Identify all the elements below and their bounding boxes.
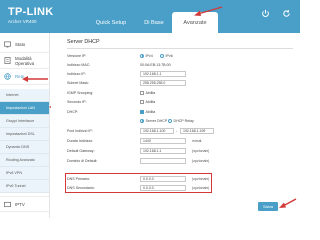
radio-ipv6-dot <box>160 53 164 58</box>
sidebar-sub-ipv6-vpn[interactable]: IPv6 VPN <box>0 167 49 180</box>
radio-dhcp-relay-label: DHCP Relay <box>173 118 194 123</box>
mask-label: Subnet Mask: <box>67 80 89 85</box>
sidebar: Stato Modalità Operativa Rete Internet I… <box>0 33 50 218</box>
gateway-optional: (opzionale) <box>192 148 210 153</box>
radio-ipv6-label: IPv6 <box>165 53 173 58</box>
dns-secondary-input[interactable]: 0.0.0.0 <box>140 184 186 191</box>
subnet-mask-input[interactable]: 255.255.255.0 <box>140 79 186 86</box>
save-button[interactable]: Salva <box>258 202 278 211</box>
dns-primary-label: DNS Primario: <box>67 176 90 181</box>
annotation-arrow-network <box>22 76 48 82</box>
router-admin-page: TP-LINK Archer VR400 Quick Setup Di Base… <box>0 0 300 218</box>
sidebar-item-label: IPTV <box>15 201 25 207</box>
sidebar-item-label: Modalità Operativa <box>15 55 35 66</box>
section-title: Server DHCP <box>67 39 100 45</box>
sidebar-item-iptv[interactable]: IPTV <box>0 196 49 212</box>
lease-unit: minuti. <box>192 138 203 143</box>
annotation-arrow-tab <box>194 6 223 16</box>
annotation-arrow-save <box>279 198 297 208</box>
domain-input[interactable] <box>140 157 186 164</box>
radio-ipv4[interactable]: IPv4 <box>140 53 153 58</box>
pool-end-input[interactable]: 192.168.1.199 <box>180 127 214 134</box>
mode-icon <box>4 57 11 64</box>
dns-primary-input[interactable]: 0.0.0.0 <box>140 175 186 182</box>
dhcp-label: DHCP: <box>67 109 79 114</box>
pool-start-input[interactable]: 192.168.1.100 <box>140 127 174 134</box>
radio-dhcp-server[interactable]: Server DHCP <box>140 118 168 123</box>
igmp-label: IGMP Snooping: <box>67 90 94 95</box>
tab-quick-setup[interactable]: Quick Setup <box>86 12 136 33</box>
brand-logo: TP-LINK Archer VR400 <box>8 6 54 25</box>
dns-secondary-optional: (opzionale) <box>192 185 210 190</box>
tv-icon <box>4 201 11 208</box>
second-ip-checkbox-box <box>140 99 144 104</box>
sidebar-item-operation-mode[interactable]: Modalità Operativa <box>0 53 49 69</box>
sidebar-sub-ipv6-tunnel[interactable]: IPv6 Tunnel <box>0 180 49 193</box>
radio-ipv6[interactable]: IPv6 <box>160 53 173 58</box>
dhcp-checkbox-label: Abilita <box>145 109 156 114</box>
sidebar-item-status[interactable]: Stato <box>0 37 49 53</box>
status-icon <box>4 41 11 48</box>
igmp-checkbox-label: Abilita <box>145 90 156 95</box>
second-ip-checkbox-label: Abilita <box>145 99 156 104</box>
top-header: TP-LINK Archer VR400 Quick Setup Di Base… <box>0 0 300 33</box>
model-name: Archer VR400 <box>8 19 37 24</box>
lease-label: Durata Indirizzo: <box>67 138 94 143</box>
header-icons <box>260 9 292 21</box>
logout-icon[interactable] <box>260 9 271 21</box>
radio-ipv4-dot <box>140 53 144 58</box>
sidebar-sub-advanced-routing[interactable]: Routing Avanzato <box>0 154 49 167</box>
second-ip-checkbox[interactable]: Abilita <box>140 99 156 104</box>
dhcp-checkbox[interactable]: Abilita <box>140 109 156 114</box>
lease-input[interactable]: 1440 <box>140 137 186 144</box>
pool-label: Pool Indirizzi IP: <box>67 128 93 133</box>
logo-text: TP-LINK <box>8 6 54 18</box>
radio-ipv4-label: IPv4 <box>145 53 153 58</box>
igmp-checkbox[interactable]: Abilita <box>140 90 156 95</box>
sidebar-sub-dsl-settings[interactable]: Impostazioni DSL <box>0 128 49 141</box>
pool-separator: - <box>176 128 178 133</box>
radio-dhcp-server-label: Server DHCP <box>145 118 168 123</box>
gateway-input[interactable]: 192.168.1.1 <box>140 147 186 154</box>
ip-label: Indirizzo IP: <box>67 71 86 76</box>
ip-address-input[interactable]: 192.168.1.1 <box>140 70 186 77</box>
radio-dhcp-server-dot <box>140 118 144 123</box>
igmp-checkbox-box <box>140 90 144 95</box>
mac-value: 00:0A:EB:13:7B:00 <box>140 62 171 67</box>
mac-label: Indirizzo MAC: <box>67 62 91 67</box>
globe-icon <box>4 73 11 80</box>
sidebar-item-label: Stato <box>15 42 26 47</box>
second-ip-label: Secondo IP: <box>67 99 87 104</box>
domain-optional: (opzionale) <box>192 158 210 163</box>
gateway-label: Default Gateway: <box>67 148 95 153</box>
domain-label: Dominio di Default: <box>67 158 98 163</box>
radio-dhcp-relay-dot <box>168 118 172 123</box>
radio-dhcp-relay[interactable]: DHCP Relay <box>168 118 194 123</box>
sidebar-sub-interface-groups[interactable]: Gruppi Interfacce <box>0 115 49 128</box>
dns-primary-optional: (opzionale) <box>192 176 210 181</box>
section-divider <box>67 48 293 49</box>
ip-version-label: Versione IP: <box>67 53 87 58</box>
sidebar-sub-dynamic-dns[interactable]: Dynamic DNS <box>0 141 49 154</box>
reboot-icon[interactable] <box>281 9 292 21</box>
sidebar-sub-lan-settings[interactable]: Impostazioni LAN <box>0 102 49 115</box>
tab-basic[interactable]: Di Base <box>136 12 172 33</box>
dhcp-checkbox-box <box>140 109 144 114</box>
sidebar-sub-internet[interactable]: Internet <box>0 89 49 102</box>
dns-secondary-label: DNS Secondario: <box>67 185 95 190</box>
